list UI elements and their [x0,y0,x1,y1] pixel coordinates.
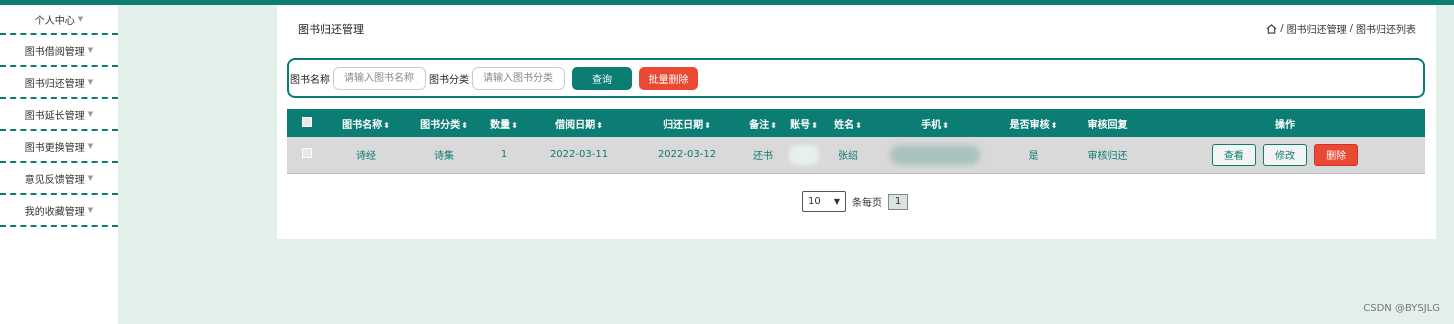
sidebar-item-label: 图书延长管理 [24,110,85,122]
caret-down-icon: ▼ [87,174,94,182]
cell-remark: 还书 [741,137,785,174]
page-number-current[interactable]: 1 [888,193,908,210]
cell-reply: 审核归还 [1070,137,1145,174]
column-header[interactable]: 手机⬍ [873,109,997,137]
sidebar-item-label: 图书借阅管理 [24,46,85,58]
column-header[interactable]: 图书名称⬍ [327,109,405,137]
cell-phone [873,137,997,174]
cell-account [785,137,823,174]
cell-book-name: 诗经 [327,137,405,174]
breadcrumb-separator: / [1280,23,1284,34]
breadcrumb-item[interactable]: 图书归还管理 [1287,21,1347,36]
sidebar-item-borrow[interactable]: 图书借阅管理 ▼ [0,35,118,67]
sort-icon: ⬍ [942,120,949,130]
column-header[interactable]: 备注⬍ [741,109,785,137]
column-header: 审核回复 [1070,109,1145,137]
search-form: 图书名称 图书分类 查询 批量删除 [287,58,1425,98]
sort-icon: ⬍ [511,120,518,130]
sort-icon: ⬍ [811,120,818,130]
sidebar-item-label: 意见反馈管理 [24,174,85,186]
sidebar-item-label: 个人中心 [34,15,75,27]
page-size-select[interactable]: 10 ▼ [802,191,846,212]
sidebar-item-extend[interactable]: 图书延长管理 ▼ [0,99,118,131]
redacted-account [789,144,819,165]
column-header: 操作 [1145,109,1425,137]
table-row: 诗经 诗集 1 2022-03-11 2022-03-12 还书 张绍 是 审核… [287,137,1425,174]
main-panel: 图书归还管理 / 图书归还管理 / 图书归还列表 图书名称 图书分类 查询 批量… [277,5,1436,239]
caret-down-icon: ▼ [77,15,84,23]
book-name-input[interactable] [333,66,426,90]
page-title: 图书归还管理 [298,23,364,36]
select-all-cell [287,109,327,137]
batch-delete-button[interactable]: 批量删除 [639,66,698,90]
book-category-label: 图书分类 [429,74,469,86]
edit-button[interactable]: 修改 [1263,143,1307,166]
home-icon[interactable] [1266,23,1277,34]
sidebar: 个人中心 ▼ 图书借阅管理 ▼ 图书归还管理 ▼ 图书延长管理 ▼ 图书更换管理 ▼ 意见… [0,5,118,324]
sort-icon: ⬍ [461,120,468,130]
per-page-label: 条每页 [852,198,882,209]
cell-quantity: 1 [483,137,525,174]
sort-icon: ⬍ [1050,120,1058,130]
delete-button[interactable]: 删除 [1314,143,1359,166]
watermark: CSDN @BYSJLG [1363,303,1440,314]
select-all-checkbox[interactable] [302,116,312,127]
column-header[interactable]: 姓名⬍ [823,109,873,137]
breadcrumb: / 图书归还管理 / 图书归还列表 [1266,21,1416,36]
column-header[interactable]: 图书分类⬍ [405,109,483,137]
sort-icon: ⬍ [704,120,711,130]
query-button[interactable]: 查询 [572,66,632,90]
cell-name: 张绍 [823,137,873,174]
sidebar-item-label: 图书归还管理 [24,78,85,90]
dropdown-arrow-icon: ▼ [833,197,840,206]
pagination: 10 ▼ 条每页 1 [802,191,908,212]
sidebar-item-label: 图书更换管理 [24,142,85,154]
cell-category: 诗集 [405,137,483,174]
view-button[interactable]: 查看 [1211,143,1256,166]
sort-icon: ⬍ [596,120,603,130]
caret-down-icon: ▼ [87,78,94,86]
breadcrumb-item: 图书归还列表 [1356,25,1416,36]
cell-return-date: 2022-03-12 [633,137,741,174]
sort-icon: ⬍ [383,120,390,130]
book-name-label: 图书名称 [290,74,330,86]
sidebar-item-label: 我的收藏管理 [24,206,85,218]
column-header[interactable]: 借阅日期⬍ [525,109,633,137]
sidebar-item-return[interactable]: 图书归还管理 ▼ [0,67,118,99]
column-header[interactable]: 账号⬍ [785,109,823,137]
caret-down-icon: ▼ [87,46,94,54]
caret-down-icon: ▼ [87,142,94,150]
column-header[interactable]: 归还日期⬍ [633,109,741,137]
page-size-value: 10 [808,196,821,207]
row-checkbox[interactable] [302,148,312,159]
sidebar-item-personal-center[interactable]: 个人中心 ▼ [0,5,118,35]
row-select-cell [287,137,327,174]
caret-down-icon: ▼ [87,206,94,214]
table-header-row: 图书名称⬍ 图书分类⬍ 数量⬍ 借阅日期⬍ 归还日期⬍ 备注⬍ 账号⬍ 姓名⬍ … [287,109,1425,137]
book-category-input[interactable] [472,66,565,90]
cell-approved: 是 [997,137,1070,174]
cell-borrow-date: 2022-03-11 [525,137,633,174]
column-header[interactable]: 是否审核⬍ [997,109,1070,137]
sidebar-item-replace[interactable]: 图书更换管理 ▼ [0,131,118,163]
column-header[interactable]: 数量⬍ [483,109,525,137]
cell-actions: 查看 修改 删除 [1145,137,1425,174]
sort-icon: ⬍ [855,120,862,130]
breadcrumb-separator: / [1349,23,1353,34]
sidebar-item-favorites[interactable]: 我的收藏管理 ▼ [0,195,118,227]
caret-down-icon: ▼ [87,110,94,118]
sidebar-item-feedback[interactable]: 意见反馈管理 ▼ [0,163,118,195]
redacted-phone [890,144,980,165]
sort-icon: ⬍ [770,120,777,130]
return-table: 图书名称⬍ 图书分类⬍ 数量⬍ 借阅日期⬍ 归还日期⬍ 备注⬍ 账号⬍ 姓名⬍ … [287,109,1425,174]
